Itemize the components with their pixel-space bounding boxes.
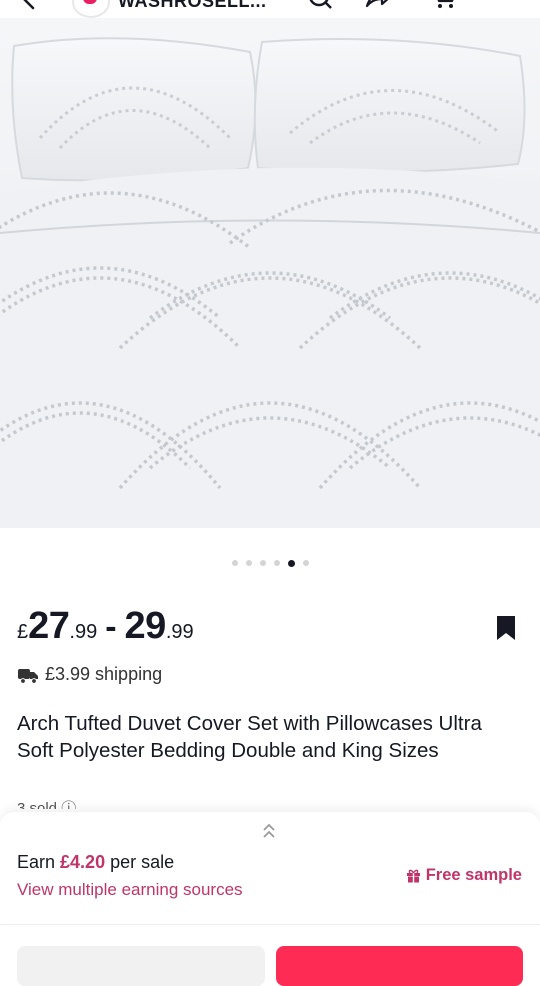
price-max-decimal: .99 [165, 621, 194, 643]
primary-action-button[interactable] [276, 946, 523, 986]
shipping-text: £3.99 shipping [45, 664, 163, 684]
bookmark-icon[interactable] [495, 614, 517, 642]
carousel-dot[interactable] [259, 560, 266, 566]
earning-sources-link[interactable]: View multiple earning sources [17, 880, 243, 900]
carousel-dot[interactable] [231, 560, 238, 566]
free-sample-label: Free sample [425, 866, 522, 884]
product-title: Arch Tufted Duvet Cover Set with Pillowc… [17, 712, 482, 762]
free-sample-button[interactable]: Free sample [406, 866, 522, 885]
search-icon[interactable] [306, 0, 334, 12]
earn-commission-panel: Earn £4.20 per sale View multiple earnin… [0, 812, 540, 924]
sold-count: 3 sold ⓘ [17, 800, 77, 809]
top-bar: WASHROSELL... [0, 0, 540, 18]
price-currency: £ [17, 621, 29, 643]
back-arrow-icon[interactable] [20, 0, 40, 10]
price-range: £ 27 .99 - 29 .99 [17, 605, 194, 651]
image-carousel-dots[interactable] [0, 555, 540, 571]
earn-suffix: per sale [105, 852, 175, 872]
carousel-dot[interactable] [245, 560, 252, 566]
divider [0, 924, 540, 925]
price-min-decimal: .99 [69, 621, 98, 643]
share-icon[interactable] [364, 0, 392, 12]
earn-per-sale: Earn £4.20 per sale [17, 852, 174, 873]
earn-prefix: Earn [17, 852, 61, 872]
cart-icon[interactable] [430, 0, 458, 12]
carousel-dot[interactable] [302, 560, 309, 566]
price-separator: - [105, 608, 117, 646]
secondary-action-button[interactable] [17, 946, 265, 986]
shop-logo[interactable] [72, 0, 110, 18]
chevron-up-icon[interactable] [258, 820, 280, 842]
price-max-whole: 29 [124, 605, 167, 647]
truck-icon [18, 668, 38, 684]
carousel-dot-active[interactable] [287, 559, 295, 567]
price-min-whole: 27 [28, 605, 70, 647]
carousel-dot[interactable] [273, 560, 280, 566]
shipping-info: £3.99 shipping [17, 664, 162, 685]
gift-icon [406, 869, 420, 883]
earn-amount: £4.20 [60, 852, 106, 872]
shop-name[interactable]: WASHROSELL... [118, 0, 267, 12]
product-image[interactable] [0, 18, 540, 528]
